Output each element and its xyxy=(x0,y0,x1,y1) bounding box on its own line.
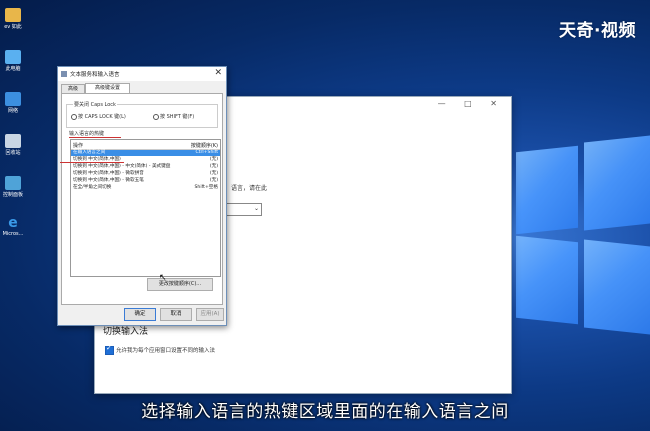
dialog-title: 文本服务和输入语言 xyxy=(70,72,120,78)
per-app-ime-label: 允许我为每个应用窗口设置不同的输入法 xyxy=(116,348,216,354)
highlight-underline xyxy=(60,162,124,163)
hotkey-row[interactable]: 切换到 中文(简体,中国) - 中文(简体) - 美式键盘 (无) xyxy=(71,164,220,170)
highlight-underline xyxy=(69,137,121,138)
per-app-ime-checkbox[interactable] xyxy=(105,344,114,355)
hotkey-row[interactable]: 切换到 中文(简体,中国) - 微软拼音 (无) xyxy=(71,171,220,177)
tab-panel: 要关闭 Caps Lock 按 CAPS LOCK 键(L) 按 SHIFT 键… xyxy=(61,93,223,305)
desktop-icon-control-panel[interactable]: 控制面板 xyxy=(2,176,24,198)
desktop-icon-recycle-bin[interactable]: 回收站 xyxy=(2,134,24,156)
cancel-button[interactable]: 取消 xyxy=(160,308,192,321)
control-panel-icon xyxy=(5,176,21,190)
windows-logo xyxy=(512,125,650,335)
hotkey-row[interactable]: 在输入语言之间 Ctrl+Shift xyxy=(71,150,220,156)
ok-button[interactable]: 确定 xyxy=(124,308,156,321)
folder-icon xyxy=(5,8,21,22)
hotkey-list[interactable]: 操作 按键顺序(K) 在输入语言之间 Ctrl+Shift 切换到 中文(简体,中… xyxy=(70,139,221,277)
window-controls[interactable]: — □ ✕ xyxy=(438,99,505,108)
hotkey-row[interactable]: 切换到 中文(简体,中国) - 微软五笔 (无) xyxy=(71,178,220,184)
language-dropdown[interactable]: ⌄ xyxy=(225,203,262,216)
recycle-bin-icon xyxy=(5,134,21,148)
radio-icon xyxy=(71,113,77,120)
desktop-icon-edge[interactable]: e Micros... xyxy=(2,216,24,237)
header-action: 操作 xyxy=(73,143,84,149)
settings-text-fragment: 语言，请在此 xyxy=(231,185,268,192)
change-key-sequence-button[interactable]: 更改按键顺序(C)... xyxy=(147,278,213,291)
caps-lock-group-title: 要关闭 Caps Lock xyxy=(73,101,117,108)
hotkeys-group-title: 输入语言的热键 xyxy=(69,131,105,137)
edge-icon: e xyxy=(8,215,18,231)
watermark: 天奇·视频 xyxy=(559,21,636,41)
hotkey-row[interactable]: 在全/半角之间切换 Shift+空格 xyxy=(71,185,220,191)
caps-lock-option[interactable]: 按 CAPS LOCK 键(L) xyxy=(71,113,126,120)
radio-icon xyxy=(153,113,159,120)
computer-icon xyxy=(5,50,21,64)
dialog-titlebar: 文本服务和输入语言 ✕ xyxy=(58,67,226,81)
desktop-icon-folder[interactable]: ev 如此 xyxy=(2,8,24,30)
dialog-app-icon xyxy=(61,71,67,77)
hotkey-list-header: 操作 按键顺序(K) xyxy=(71,140,220,150)
apply-button[interactable]: 应用(A) xyxy=(196,308,224,321)
desktop-icon-this-pc[interactable]: 此电脑 xyxy=(2,50,24,72)
video-caption: 选择输入语言的热键区域里面的在输入语言之间 xyxy=(141,402,509,422)
chevron-down-icon: ⌄ xyxy=(253,205,259,212)
mouse-cursor-icon: ↖ xyxy=(159,273,167,283)
header-keys: 按键顺序(K) xyxy=(190,143,218,149)
network-icon xyxy=(5,92,21,106)
caps-lock-group: 要关闭 Caps Lock 按 CAPS LOCK 键(L) 按 SHIFT 键… xyxy=(66,101,218,128)
desktop-icon-network[interactable]: 网络 xyxy=(2,92,24,114)
shift-option[interactable]: 按 SHIFT 键(F) xyxy=(153,113,194,120)
close-icon[interactable]: ✕ xyxy=(214,68,222,78)
